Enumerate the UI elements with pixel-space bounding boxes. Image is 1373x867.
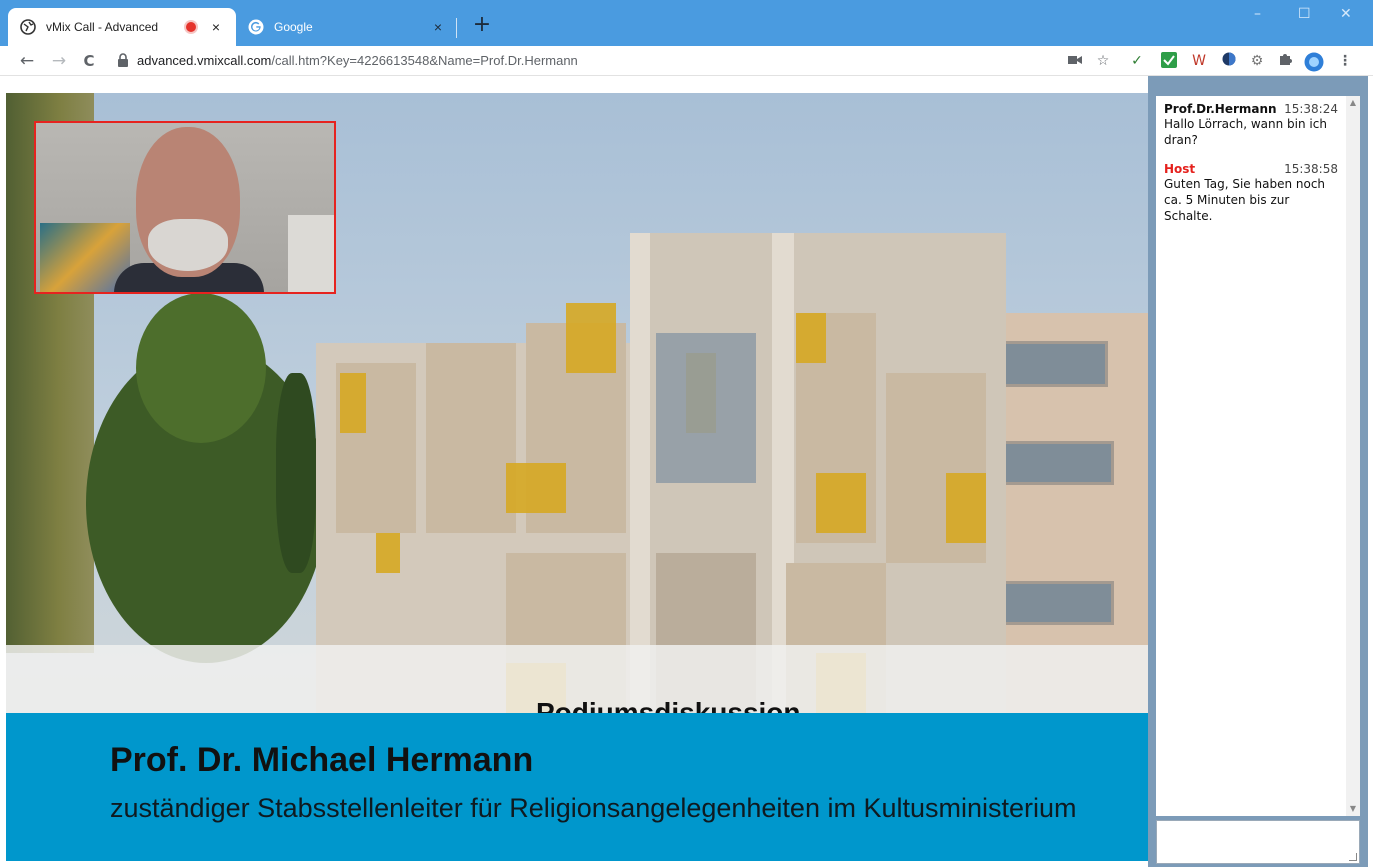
url-path: /call.htm?Key=4226613548&Name=Prof.Dr.He… (271, 53, 578, 68)
address-bar[interactable]: advanced.vmixcall.com/call.htm?Key=42266… (137, 53, 578, 68)
new-tab-button[interactable]: + (470, 13, 494, 37)
profile-avatar-icon[interactable] (1304, 52, 1324, 72)
chat-sender-host: Host (1164, 162, 1196, 176)
scroll-up-icon[interactable]: ▲ (1346, 96, 1360, 110)
tab-separator (456, 18, 457, 38)
event-title: Podiumsdiskussion (536, 697, 801, 715)
browser-menu-icon[interactable]: ⋮ (1336, 52, 1354, 70)
camera-icon[interactable] (1066, 52, 1084, 70)
extension-w-icon[interactable]: W (1190, 52, 1208, 70)
caller-beard (148, 219, 228, 271)
close-tab-icon[interactable]: × (430, 19, 446, 35)
chat-input-box[interactable] (1156, 820, 1360, 864)
close-tab-icon[interactable]: × (208, 19, 224, 35)
google-icon (248, 19, 264, 35)
speaker-role: zuständiger Stabsstellenleiter für Relig… (110, 793, 1077, 823)
extension-checkbox-icon[interactable] (1160, 52, 1178, 70)
extension-check-icon[interactable]: ✓ (1128, 52, 1146, 70)
chat-timestamp: 15:38:24 (1284, 102, 1338, 116)
extensions-puzzle-icon[interactable] (1276, 52, 1294, 70)
tree-foliage (136, 293, 266, 443)
globe-icon (20, 19, 36, 35)
extension-circle-icon[interactable] (1220, 52, 1238, 70)
recording-indicator-icon (186, 22, 196, 32)
reload-button[interactable]: C (78, 50, 100, 72)
chat-sender: Prof.Dr.Hermann (1164, 102, 1277, 116)
door (288, 215, 334, 292)
forward-button[interactable]: → (48, 50, 70, 72)
chat-message-input[interactable] (1157, 821, 1359, 863)
speaker-name: Prof. Dr. Michael Hermann (110, 741, 534, 779)
tab-vmix-call[interactable]: vMix Call - Advanced × (8, 8, 236, 46)
cypress-tree (276, 373, 316, 573)
tab-title: vMix Call - Advanced (46, 20, 159, 34)
chat-log[interactable]: Prof.Dr.Hermann 15:38:24 Hallo Lörrach, … (1156, 96, 1346, 816)
url-host: advanced.vmixcall.com (137, 53, 272, 68)
back-button[interactable]: ← (16, 50, 38, 72)
scroll-down-icon[interactable]: ▼ (1346, 802, 1360, 816)
tab-title: Google (274, 20, 313, 34)
browser-titlebar: vMix Call - Advanced × Google × + – ☐ ✕ (0, 0, 1373, 46)
chat-message: Prof.Dr.Hermann 15:38:24 Hallo Lörrach, … (1164, 102, 1338, 148)
lock-icon[interactable] (117, 53, 129, 67)
chat-scrollbar[interactable]: ▲ ▼ (1346, 96, 1360, 816)
chat-text: Hallo Lörrach, wann bin ich dran? (1164, 117, 1327, 147)
caller-camera-preview (34, 121, 336, 294)
close-window-button[interactable]: ✕ (1340, 6, 1352, 22)
extension-gear-icon[interactable]: ⚙ (1248, 52, 1266, 70)
browser-toolbar: ← → C advanced.vmixcall.com/call.htm?Key… (0, 46, 1373, 76)
chat-text: Guten Tag, Sie haben noch ca. 5 Minuten … (1164, 177, 1326, 223)
chat-message: Host 15:38:58 Guten Tag, Sie haben noch … (1164, 162, 1338, 224)
resize-grip-icon[interactable] (1349, 853, 1357, 861)
maximize-button[interactable]: ☐ (1298, 6, 1311, 22)
bookmark-star-icon[interactable]: ☆ (1094, 52, 1112, 70)
chat-timestamp: 15:38:58 (1284, 162, 1338, 176)
tab-google[interactable]: Google × (236, 8, 458, 46)
minimize-button[interactable]: – (1254, 6, 1261, 22)
